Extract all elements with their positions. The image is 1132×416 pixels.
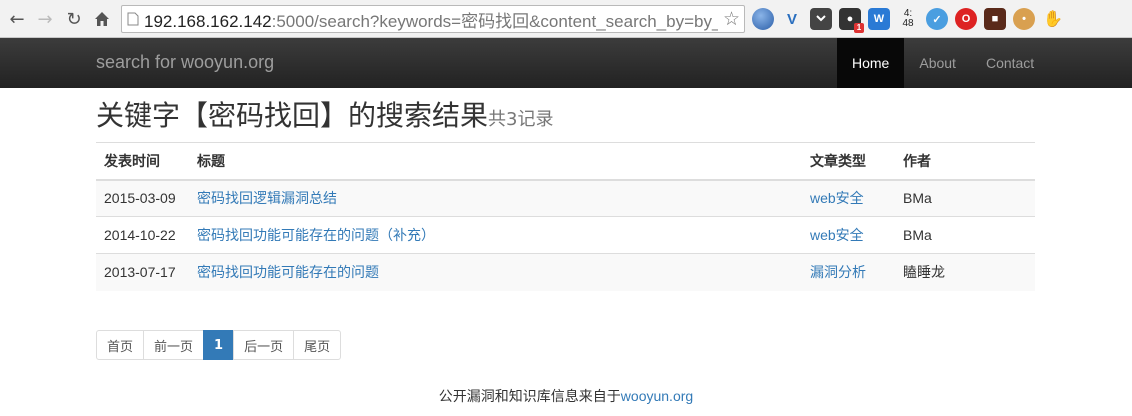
row-date: 2015-03-09	[96, 179, 189, 217]
pocket-icon[interactable]	[810, 8, 832, 30]
v-icon[interactable]: V	[781, 8, 803, 30]
brand-link[interactable]: search for wooyun.org	[96, 52, 274, 73]
browser-toolbar: ← → ↻ 192.168.162.142:5000/search?keywor…	[0, 0, 1132, 38]
reload-icon[interactable]: ↻	[61, 6, 87, 32]
pagination: 首页 前一页 1 后一页 尾页	[96, 330, 342, 360]
clock-icon[interactable]: 4: 48	[897, 8, 919, 30]
nav-contact[interactable]: Contact	[971, 38, 1049, 88]
page-last-button[interactable]: 尾页	[293, 330, 342, 360]
table-row: 2014-10-22 密码找回功能可能存在的问题（补充） web安全 BMa	[96, 216, 1035, 254]
url-text: 192.168.162.142:5000/search?keywords=密码找…	[144, 11, 718, 31]
page-title: 关键字【密码找回】的搜索结果共3记录	[96, 98, 1035, 134]
footer-text: 公开漏洞和知识库信息来自于	[438, 389, 621, 405]
w-icon[interactable]: W	[868, 8, 890, 30]
row-type-link[interactable]: web安全	[802, 179, 895, 217]
opera-icon[interactable]: O	[955, 8, 977, 30]
page-first-button[interactable]: 首页	[96, 330, 145, 360]
row-author: BMa	[895, 179, 1035, 217]
nav-links: Home About Contact	[837, 38, 1049, 88]
extension-bar: V ● 1 W 4: 48 ✓ O ■ • ✋	[752, 8, 1071, 33]
table-row: 2013-07-17 密码找回功能可能存在的问题 漏洞分析 瞌睡龙	[96, 253, 1035, 291]
cookie-icon[interactable]: •	[1013, 8, 1035, 30]
row-title-link[interactable]: 密码找回逻辑漏洞总结	[189, 179, 802, 217]
clock-minute: 48	[902, 18, 914, 29]
bookmark-star-icon[interactable]: ☆	[723, 8, 740, 30]
home-icon[interactable]	[89, 6, 115, 32]
globe-icon[interactable]	[752, 8, 774, 30]
header-title: 标题	[189, 142, 802, 181]
pen-icon[interactable]: ✓	[926, 8, 948, 30]
page-prev-button[interactable]: 前一页	[143, 330, 205, 360]
header-author: 作者	[895, 142, 1035, 181]
header-date: 发表时间	[96, 142, 189, 181]
footer-link[interactable]: wooyun.org	[621, 388, 693, 404]
search-title: 关键字【密码找回】的搜索结果	[96, 99, 489, 132]
row-type-link[interactable]: web安全	[802, 216, 895, 254]
hand-icon[interactable]: ✋	[1042, 8, 1064, 30]
table-header-row: 发表时间 标题 文章类型 作者	[96, 142, 1035, 181]
row-type-link[interactable]: 漏洞分析	[802, 253, 895, 291]
row-date: 2014-10-22	[96, 216, 189, 254]
page-next-button[interactable]: 后一页	[233, 330, 295, 360]
notification-badge: 1	[854, 23, 864, 33]
results-table: 发表时间 标题 文章类型 作者 2015-03-09 密码找回逻辑漏洞总结 we…	[96, 142, 1035, 291]
site-navbar: search for wooyun.org Home About Contact	[0, 38, 1132, 88]
row-date: 2013-07-17	[96, 253, 189, 291]
footer: 公开漏洞和知识库信息来自于wooyun.org	[0, 386, 1132, 406]
results-container: 关键字【密码找回】的搜索结果共3记录 发表时间 标题 文章类型 作者 2015-…	[96, 98, 1035, 291]
header-type: 文章类型	[802, 142, 895, 181]
camera-icon[interactable]: ● 1	[839, 8, 864, 33]
address-bar[interactable]: 192.168.162.142:5000/search?keywords=密码找…	[121, 5, 745, 33]
page-icon	[122, 6, 144, 32]
nav-home[interactable]: Home	[837, 38, 905, 88]
table-row: 2015-03-09 密码找回逻辑漏洞总结 web安全 BMa	[96, 179, 1035, 217]
nav-about[interactable]: About	[904, 38, 971, 88]
forward-icon[interactable]: →	[32, 6, 58, 32]
row-author: BMa	[895, 216, 1035, 254]
ninja-icon[interactable]: ■	[984, 8, 1006, 30]
result-count: 共3记录	[488, 109, 554, 130]
row-author: 瞌睡龙	[895, 253, 1035, 291]
back-icon[interactable]: ←	[4, 6, 30, 32]
row-title-link[interactable]: 密码找回功能可能存在的问题	[189, 253, 802, 291]
page-current-button[interactable]: 1	[203, 330, 235, 360]
row-title-link[interactable]: 密码找回功能可能存在的问题（补充）	[189, 216, 802, 254]
